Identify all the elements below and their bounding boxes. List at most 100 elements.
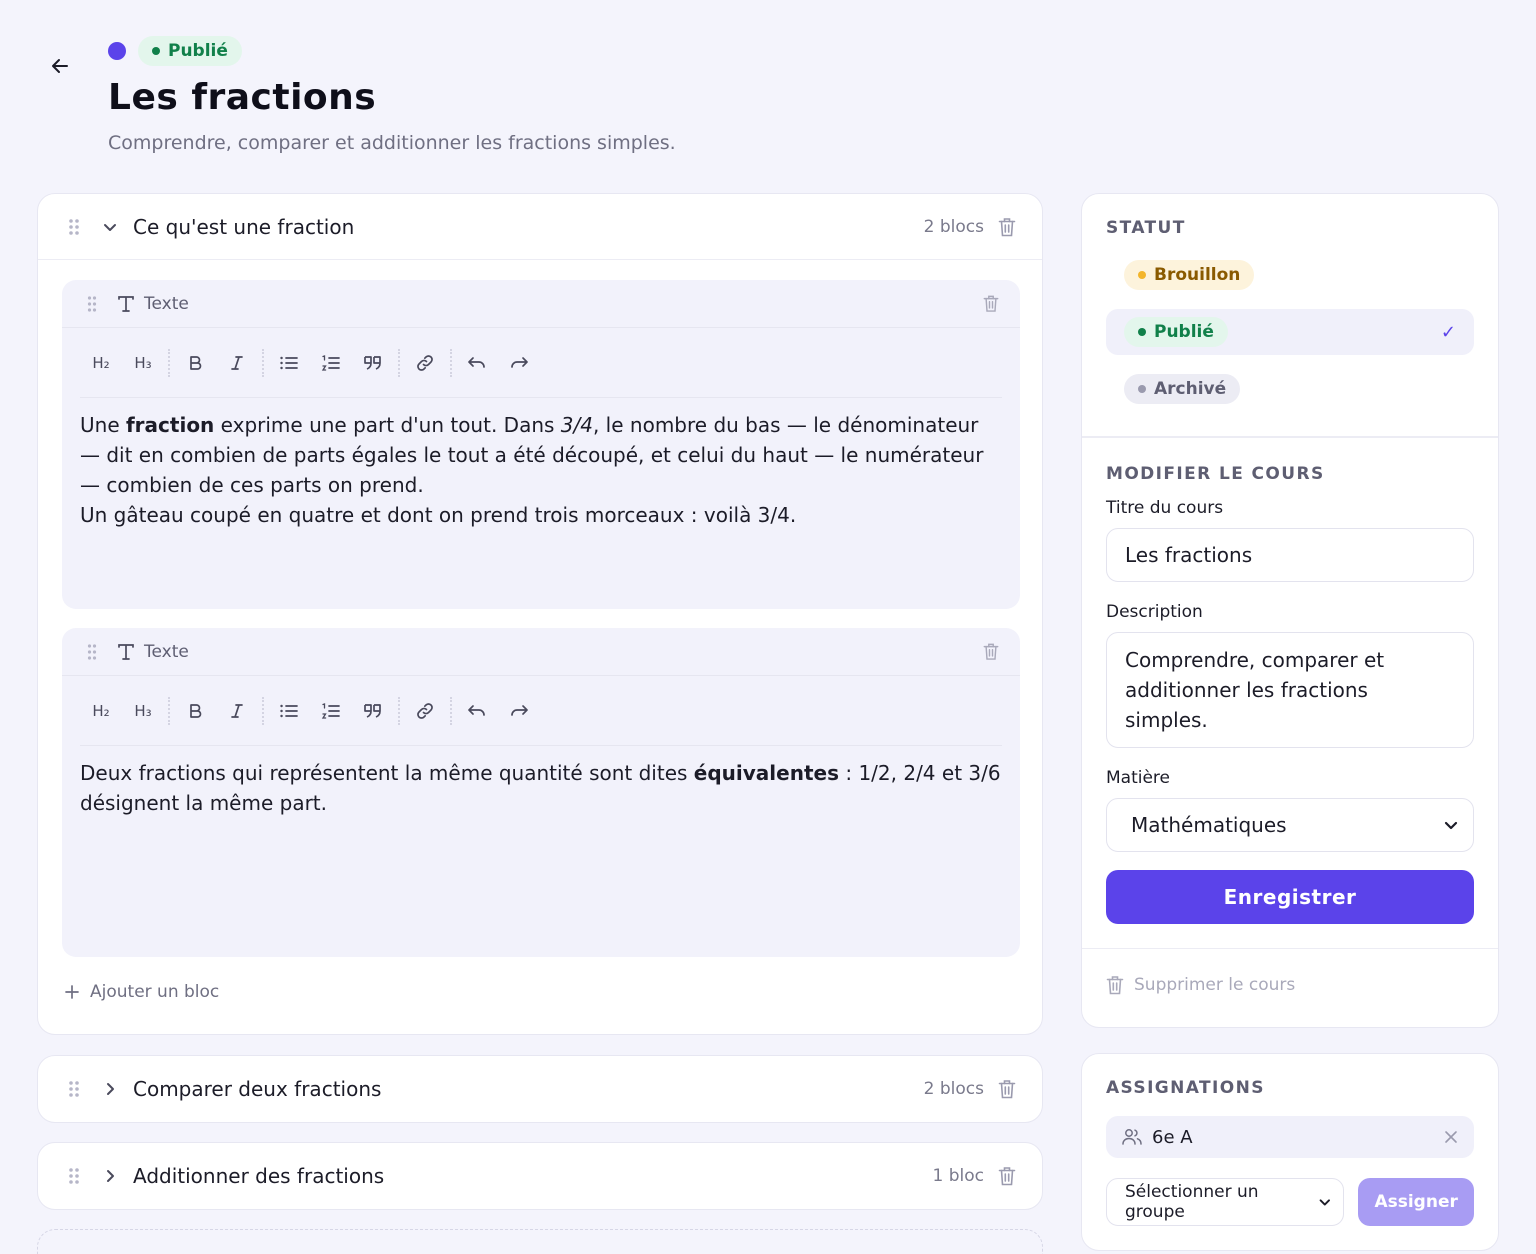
add-block-button[interactable]: Ajouter un bloc <box>64 982 219 1002</box>
bullet-list-icon <box>280 356 298 369</box>
undo-button[interactable] <box>456 694 498 728</box>
bold-icon <box>190 703 202 718</box>
heading-2-button[interactable]: H₂ <box>80 346 122 380</box>
bullet-list-button[interactable] <box>268 694 310 728</box>
italic-button[interactable] <box>216 346 258 380</box>
bold-button[interactable] <box>174 694 216 728</box>
chapter-block-count: 2 blocs <box>923 216 984 237</box>
undo-icon <box>468 704 485 716</box>
drag-handle-icon[interactable] <box>64 1077 84 1101</box>
subject-label: Matière <box>1106 767 1171 788</box>
chapter-block-count: 1 bloc <box>932 1166 984 1186</box>
status-option-draft[interactable]: Brouillon <box>1106 252 1474 298</box>
bullet-list-icon <box>280 704 298 717</box>
subject-select[interactable]: Mathématiques <box>1106 797 1474 852</box>
status-option-archived[interactable]: Archivé <box>1106 366 1474 412</box>
course-settings-panel: STATUT Brouillon Publié ✓ Archivé MODIFI… <box>1081 193 1499 1028</box>
ordered-list-icon <box>321 354 340 371</box>
bold-icon <box>190 355 202 370</box>
text-type-icon <box>118 295 134 312</box>
status-heading: STATUT <box>1106 218 1186 238</box>
link-button[interactable] <box>404 694 446 728</box>
text-type-icon <box>118 643 134 660</box>
heading-2-button[interactable]: H₂ <box>80 694 122 728</box>
ordered-list-button[interactable] <box>310 346 352 380</box>
assignments-panel: ASSIGNATIONS 6e A Sélectionner un groupe… <box>1081 1053 1499 1251</box>
link-icon <box>417 702 433 719</box>
heading-3-button[interactable]: H₃ <box>122 694 164 728</box>
chapter-title[interactable]: Ce qu'est une fraction <box>133 215 924 239</box>
delete-course-button[interactable]: Supprimer le cours <box>1106 975 1474 995</box>
chapter-card[interactable]: Comparer deux fractions 2 blocs <box>37 1055 1043 1123</box>
chapter-title[interactable]: Additionner des fractions <box>133 1164 933 1188</box>
save-button[interactable]: Enregistrer <box>1106 869 1474 924</box>
assigned-group: 6e A <box>1106 1116 1474 1158</box>
add-chapter-dropzone[interactable] <box>37 1229 1043 1254</box>
rich-text-editor[interactable]: Une fraction exprime une part d'un tout.… <box>62 398 1020 530</box>
description-textarea[interactable]: Comprendre, comparer et additionner les … <box>1106 631 1474 748</box>
arrow-left-icon <box>52 59 68 73</box>
chevron-right-icon[interactable] <box>99 1165 121 1187</box>
text-block: Texte H₂ H₃ Une fraction exprime une par… <box>62 280 1020 609</box>
block-type-label: Texte <box>144 293 189 314</box>
heading-3-button[interactable]: H₃ <box>122 346 164 380</box>
text-block: Texte H₂ H₃ Deux fractions qui représent… <box>62 628 1020 957</box>
italic-button[interactable] <box>216 694 258 728</box>
quote-button[interactable] <box>352 346 394 380</box>
page-subtitle: Comprendre, comparer et additionner les … <box>108 132 676 154</box>
edit-course-heading: MODIFIER LE COURS <box>1106 463 1325 484</box>
chapter-card[interactable]: Additionner des fractions 1 bloc <box>37 1142 1043 1210</box>
back-button[interactable] <box>46 52 74 80</box>
delete-chapter-icon[interactable] <box>996 215 1018 239</box>
delete-block-icon[interactable] <box>980 640 1002 664</box>
drag-handle-icon[interactable] <box>82 292 102 316</box>
quote-icon <box>364 703 381 718</box>
link-icon <box>417 354 433 371</box>
chevron-right-icon[interactable] <box>99 1078 121 1100</box>
assignments-heading: ASSIGNATIONS <box>1106 1078 1265 1098</box>
redo-button[interactable] <box>498 694 540 728</box>
course-title-label: Titre du cours <box>1106 497 1224 518</box>
quote-icon <box>364 355 381 370</box>
chevron-down-icon[interactable] <box>99 216 121 238</box>
quote-button[interactable] <box>352 694 394 728</box>
redo-icon <box>511 704 528 716</box>
course-title-input[interactable]: Les fractions <box>1106 527 1474 582</box>
redo-icon <box>511 356 528 368</box>
delete-chapter-icon[interactable] <box>996 1164 1018 1188</box>
course-color-dot <box>108 42 126 60</box>
drag-handle-icon[interactable] <box>64 1164 84 1188</box>
chapter-block-count: 2 blocs <box>923 1079 984 1099</box>
description-label: Description <box>1106 601 1203 622</box>
close-icon[interactable] <box>1444 1130 1458 1144</box>
delete-block-icon[interactable] <box>980 292 1002 316</box>
chevron-down-icon <box>1319 1199 1330 1206</box>
rich-text-editor[interactable]: Deux fractions qui représentent la même … <box>62 746 1020 818</box>
bullet-list-button[interactable] <box>268 346 310 380</box>
bold-button[interactable] <box>174 346 216 380</box>
group-select[interactable]: Sélectionner un groupe <box>1106 1178 1345 1226</box>
chevron-down-icon <box>1444 821 1458 829</box>
plus-icon <box>65 985 79 999</box>
delete-chapter-icon[interactable] <box>996 1077 1018 1101</box>
ordered-list-button[interactable] <box>310 694 352 728</box>
drag-handle-icon[interactable] <box>64 215 84 239</box>
assign-button[interactable]: Assigner <box>1358 1178 1474 1226</box>
users-icon <box>1122 1129 1142 1145</box>
editor-toolbar: H₂ H₃ <box>80 328 1002 398</box>
redo-button[interactable] <box>498 346 540 380</box>
status-option-published[interactable]: Publié ✓ <box>1106 309 1474 355</box>
block-type-label: Texte <box>144 641 189 662</box>
status-badge: Publié <box>138 36 242 66</box>
italic-icon <box>231 355 243 370</box>
editor-toolbar: H₂ H₃ <box>80 676 1002 746</box>
undo-button[interactable] <box>456 346 498 380</box>
ordered-list-icon <box>321 702 340 719</box>
drag-handle-icon[interactable] <box>82 640 102 664</box>
chapter-card: Ce qu'est une fraction 2 blocs Texte H₂ … <box>37 193 1043 1035</box>
page-header: Publié Les fractions Comprendre, compare… <box>108 36 676 154</box>
link-button[interactable] <box>404 346 446 380</box>
chapter-title[interactable]: Comparer deux fractions <box>133 1077 924 1101</box>
undo-icon <box>468 356 485 368</box>
trash-icon <box>1106 976 1124 995</box>
